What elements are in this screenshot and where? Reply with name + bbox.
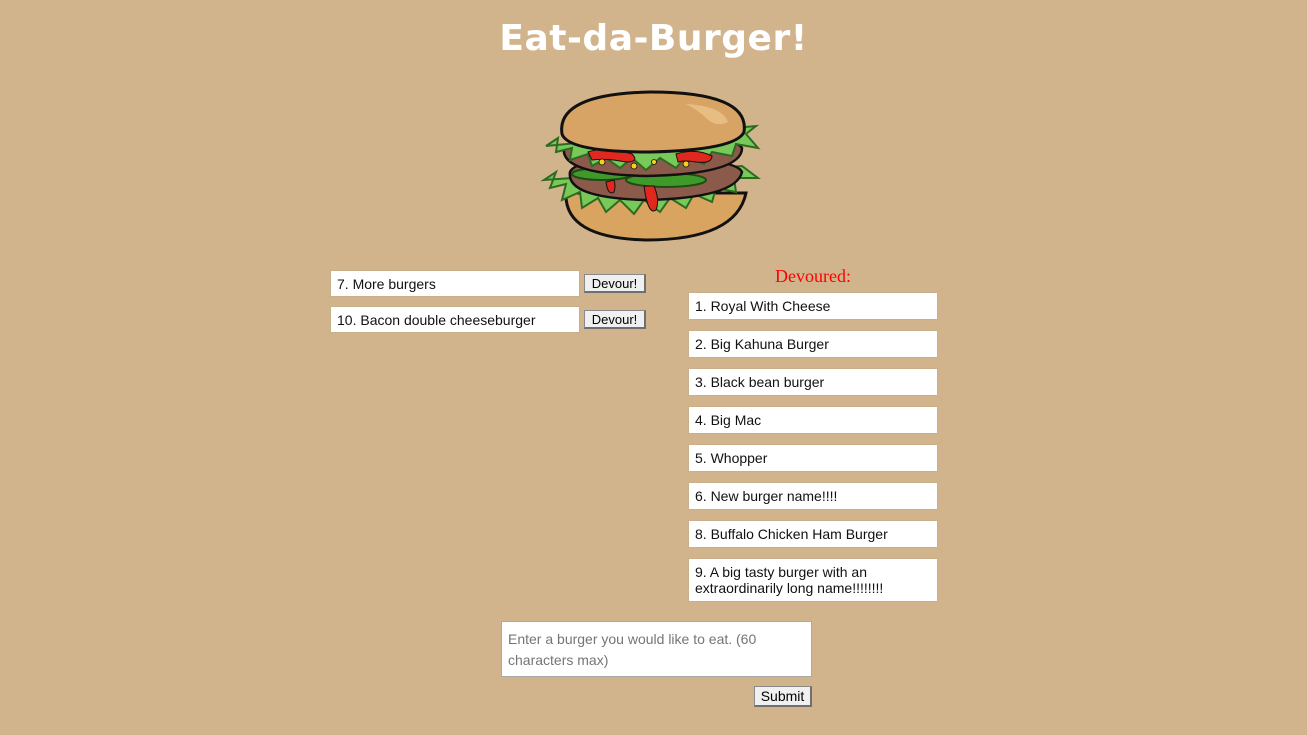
list-item: 2. Big Kahuna Burger	[688, 330, 938, 358]
list-item: 9. A big tasty burger with an extraordin…	[688, 558, 938, 602]
list-item: 4. Big Mac	[688, 406, 938, 434]
devour-button[interactable]: Devour!	[584, 310, 646, 329]
burger-icon	[540, 90, 761, 242]
list-item: 7. More burgers Devour!	[330, 270, 646, 297]
page-title: Eat-da-Burger!	[499, 18, 808, 59]
devour-button[interactable]: Devour!	[584, 274, 646, 293]
list-item: 5. Whopper	[688, 444, 938, 472]
burger-name-input[interactable]	[501, 621, 812, 677]
list-item: 10. Bacon double cheeseburger Devour!	[330, 306, 646, 333]
devoured-burger-list: Devoured: 1. Royal With Cheese 2. Big Ka…	[688, 265, 938, 612]
list-item: 6. New burger name!!!!	[688, 482, 938, 510]
uneaten-burger-list: 7. More burgers Devour! 10. Bacon double…	[330, 270, 646, 342]
add-burger-form: Submit	[501, 621, 812, 707]
burger-name: 7. More burgers	[330, 270, 580, 297]
list-item: 3. Black bean burger	[688, 368, 938, 396]
burger-name: 10. Bacon double cheeseburger	[330, 306, 580, 333]
submit-button[interactable]: Submit	[754, 686, 812, 707]
list-item: 8. Buffalo Chicken Ham Burger	[688, 520, 938, 548]
list-item: 1. Royal With Cheese	[688, 292, 938, 320]
devoured-heading: Devoured:	[775, 266, 851, 286]
